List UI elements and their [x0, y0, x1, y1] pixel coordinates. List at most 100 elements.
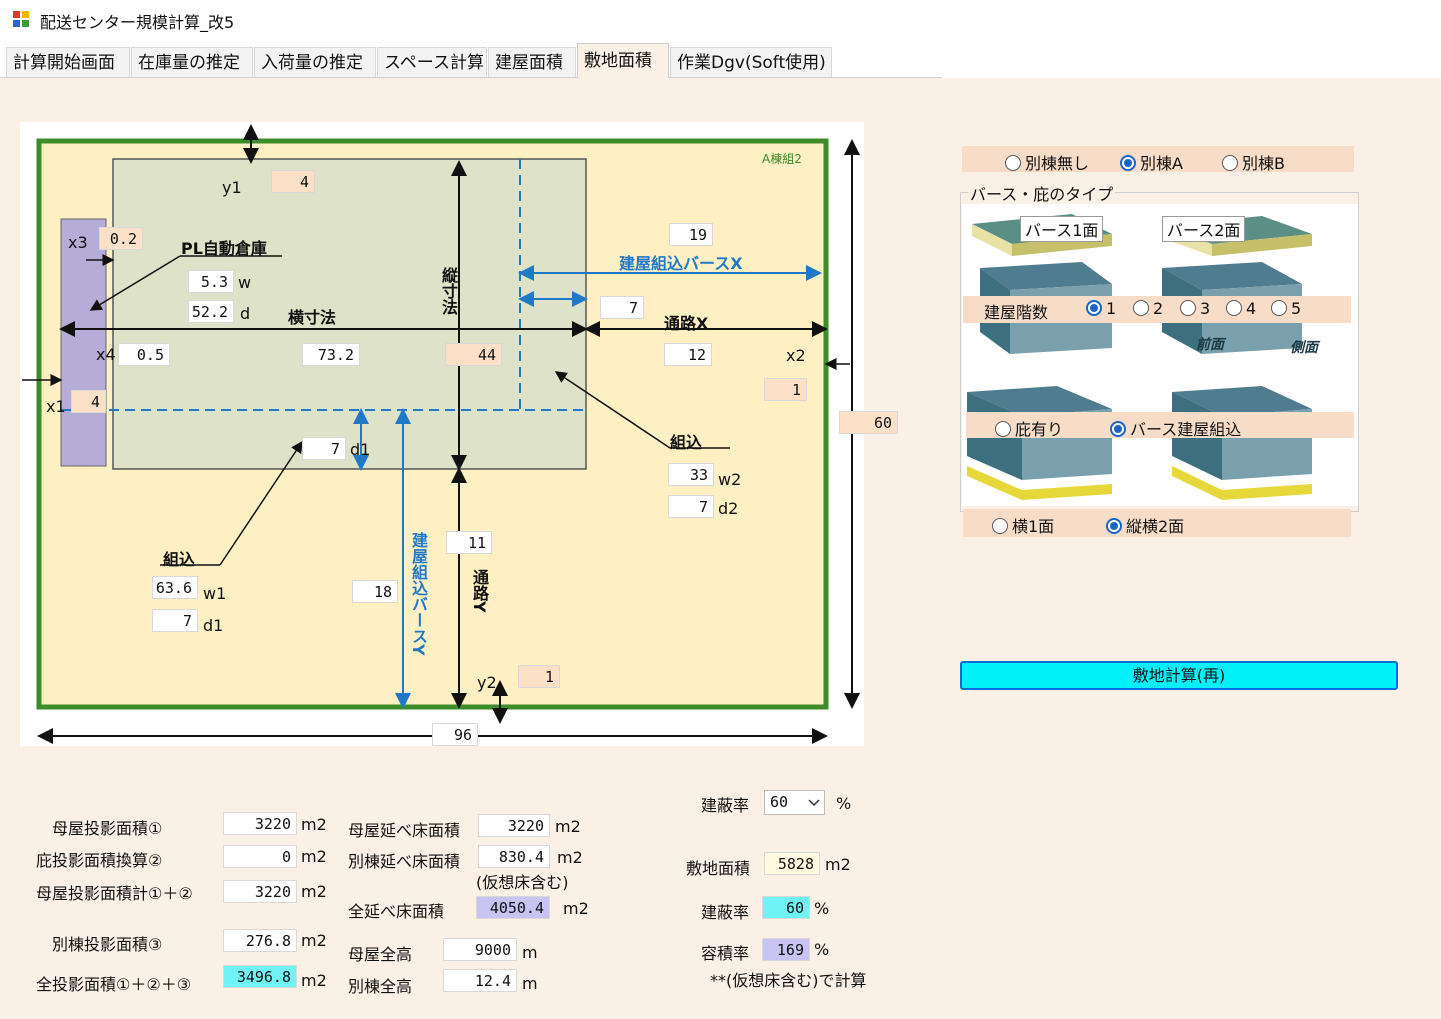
tab-stock[interactable]: 在庫量の推定: [131, 47, 253, 77]
annex-height-label: 別棟全高: [348, 977, 413, 996]
radio-annex-b[interactable]: 別棟B: [1222, 150, 1285, 174]
radio-selected-icon: [1110, 421, 1126, 437]
radio-floor-5[interactable]: 5: [1271, 299, 1301, 318]
annex-floor-area-field[interactable]: 830.4: [478, 845, 550, 868]
building-row-3: [967, 386, 1312, 500]
w2-label: w2: [718, 470, 742, 489]
tsuro-y-field[interactable]: 11: [446, 531, 492, 554]
tab-work-dgv[interactable]: 作業Dgv(Soft使用): [670, 47, 832, 77]
w-field[interactable]: 5.3: [188, 270, 234, 293]
coverage-ratio-select[interactable]: 60: [764, 790, 825, 815]
d2-field[interactable]: 7: [668, 495, 714, 518]
eave-area-field[interactable]: 0: [223, 845, 297, 868]
annex-projected-area-field[interactable]: 276.8: [223, 929, 297, 952]
berth-x-depth-field[interactable]: 7: [600, 296, 644, 319]
d1-field[interactable]: 7: [302, 437, 346, 460]
berth-type-group-title: バース・庇のタイプ: [968, 181, 1116, 205]
main-projected-total-label: 母屋投影面積計①＋②: [36, 884, 193, 903]
tab-site-area[interactable]: 敷地面積: [577, 43, 669, 78]
unit-percent: %: [814, 899, 830, 918]
x2-field[interactable]: 1: [764, 378, 807, 401]
yoko-label: 横寸法: [288, 308, 337, 327]
radio-selected-icon: [1120, 155, 1136, 171]
unit-m: m: [522, 943, 538, 962]
x4-field[interactable]: 0.5: [118, 343, 170, 366]
tab-building-area[interactable]: 建屋面積: [488, 47, 576, 77]
d-label: d: [240, 304, 251, 323]
site-area-field[interactable]: 5828: [764, 852, 820, 875]
main-floor-area-field[interactable]: 3220: [478, 814, 550, 837]
unit-m2: m2: [301, 847, 327, 866]
berth-y-field[interactable]: 18: [352, 580, 398, 603]
annex-projected-area-label: 別棟投影面積③: [52, 935, 163, 954]
radio-floor-4[interactable]: 4: [1226, 299, 1256, 318]
total-projected-area-field[interactable]: 3496.8: [223, 965, 297, 988]
corner-label: A棟組2: [762, 152, 802, 166]
w2-field[interactable]: 33: [668, 463, 714, 486]
radio-floor-3[interactable]: 3: [1180, 299, 1210, 318]
total-projected-area-label: 全投影面積①＋②＋③: [36, 975, 192, 994]
total-floor-area-field[interactable]: 4050.4: [476, 896, 550, 919]
site-calc-button[interactable]: 敷地計算(再): [960, 661, 1398, 690]
floor-area-ratio-label: 容積率: [701, 944, 750, 963]
radio-icon: [992, 518, 1008, 534]
x3-field[interactable]: 0.2: [99, 227, 143, 250]
radio-berth-integrated[interactable]: バース建屋組込: [1110, 416, 1241, 440]
y1-field[interactable]: 4: [271, 170, 315, 193]
main-projected-area-field[interactable]: 3220: [223, 812, 297, 835]
tsuro-y-label: 通路Y: [470, 569, 489, 613]
radio-icon: [1005, 155, 1021, 171]
virtual-floor-note: (仮想床含む): [476, 873, 569, 892]
window-title: 配送センター規模計算_改5: [40, 13, 235, 32]
front-label: 前面: [1196, 337, 1224, 353]
tsuro-x-field[interactable]: 12: [664, 343, 712, 366]
annex-height-field[interactable]: 12.4: [443, 969, 517, 992]
d1b-field[interactable]: 7: [152, 609, 198, 632]
site-height-field[interactable]: 60: [839, 411, 898, 434]
unit-percent: %: [814, 940, 830, 959]
radio-icon: [1271, 300, 1287, 316]
app-icon: [13, 11, 29, 27]
y2-field[interactable]: 1: [518, 665, 560, 688]
radio-annex-none[interactable]: 別棟無し: [1005, 150, 1089, 174]
radio-selected-icon: [1106, 518, 1122, 534]
w1-field[interactable]: 63.6: [152, 576, 198, 599]
x1-label: x1: [46, 397, 66, 416]
floor-area-ratio-field[interactable]: 169: [762, 938, 810, 961]
tab-start[interactable]: 計算開始画面: [6, 47, 130, 77]
d-field[interactable]: 52.2: [188, 300, 234, 323]
radio-floor-1[interactable]: 1: [1086, 299, 1116, 318]
radio-floor-2[interactable]: 2: [1133, 299, 1163, 318]
yoko-field[interactable]: 73.2: [302, 343, 360, 366]
chevron-down-icon: [808, 799, 820, 807]
y2-label: y2: [477, 673, 497, 692]
tate-label: 縦寸法: [439, 267, 458, 315]
unit-m2: m2: [301, 882, 327, 901]
main-projected-total-field[interactable]: 3220: [223, 880, 297, 903]
tsuro-x-label: 通路X: [664, 314, 709, 333]
radio-side-2[interactable]: 縦横2面: [1106, 513, 1184, 537]
site-width-field[interactable]: 96: [432, 723, 478, 746]
unit-m2: m2: [563, 899, 589, 918]
d2-label: d2: [718, 499, 739, 518]
tab-inbound[interactable]: 入荷量の推定: [254, 47, 376, 77]
radio-side-1[interactable]: 横1面: [992, 513, 1054, 537]
tate-field[interactable]: 44: [445, 343, 502, 366]
d1-label: d1: [350, 440, 371, 459]
radio-annex-a[interactable]: 別棟A: [1120, 150, 1183, 174]
eave-area-label: 庇投影面積換算②: [36, 851, 163, 870]
w-label: w: [238, 273, 252, 292]
x1-field[interactable]: 4: [71, 390, 106, 413]
coverage-ratio-label: 建蔽率: [701, 903, 750, 922]
berth-x-field[interactable]: 19: [669, 223, 713, 246]
tab-space[interactable]: スペース計算: [377, 47, 487, 77]
radio-hisashi[interactable]: 庇有り: [995, 416, 1063, 440]
main-projected-area-label: 母屋投影面積①: [52, 819, 163, 838]
annex-floor-area-label: 別棟延べ床面積: [348, 852, 461, 871]
berth-2side-image-label: バース2面: [1162, 216, 1246, 242]
coverage-ratio-field[interactable]: 60: [762, 896, 810, 919]
y1-label: y1: [222, 178, 242, 197]
unit-m2: m2: [301, 815, 327, 834]
main-height-field[interactable]: 9000: [443, 938, 517, 961]
w1-label: w1: [203, 584, 227, 603]
